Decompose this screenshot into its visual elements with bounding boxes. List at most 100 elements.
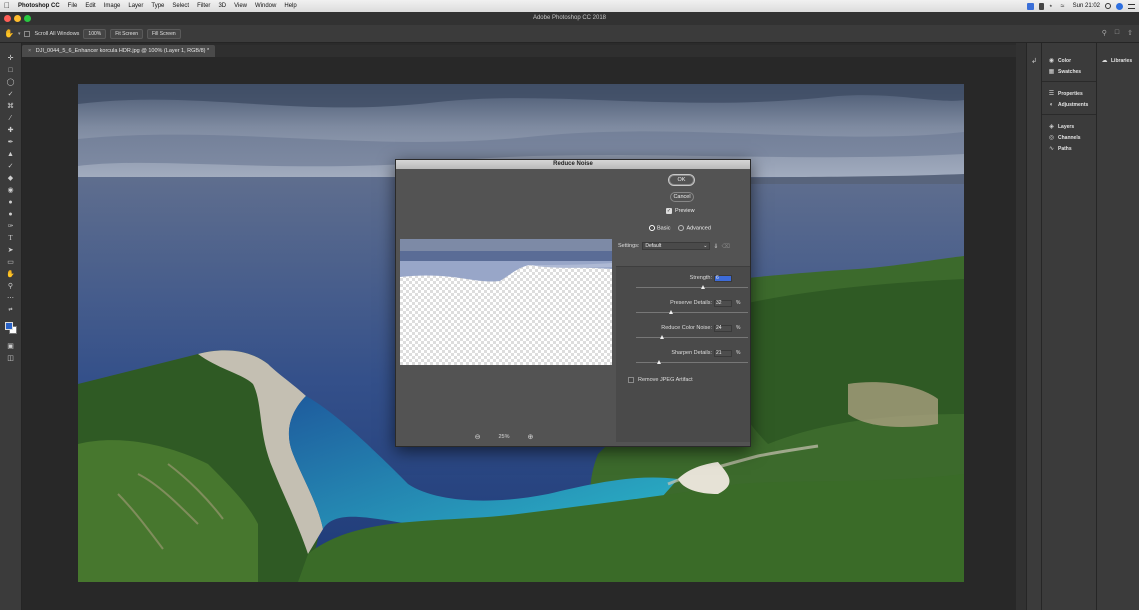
menu-app-name[interactable]: Photoshop CC (14, 0, 64, 12)
hand-tool-icon[interactable]: ✋ (4, 29, 14, 38)
strength-slider-track[interactable] (636, 287, 748, 288)
wifi-icon[interactable]: ≈ (1061, 3, 1068, 10)
blur-tool-icon[interactable]: ● (6, 199, 16, 206)
eyedropper-tool-icon[interactable]: ⁄ (6, 115, 16, 122)
preview-checkbox[interactable]: ✓ (666, 208, 672, 214)
menu-edit[interactable]: Edit (81, 0, 99, 12)
filter-preview[interactable] (400, 239, 612, 365)
gradient-tool-icon[interactable]: ◉ (6, 187, 16, 194)
menu-window[interactable]: Window (251, 0, 280, 12)
preserve-details-input[interactable]: 32 (714, 300, 732, 307)
hand-tool-icon[interactable]: ✋ (6, 271, 16, 278)
crop-tool-icon[interactable]: ⌘ (6, 103, 16, 110)
zoom-in-icon[interactable]: ⊕ (528, 433, 534, 441)
panel-libraries[interactable]: ☁ Libraries (1097, 55, 1139, 66)
marquee-tool-icon[interactable]: □ (6, 67, 16, 74)
healing-brush-tool-icon[interactable]: ✚ (6, 127, 16, 134)
settings-select[interactable]: Default ⌄ (642, 242, 711, 250)
close-window-icon[interactable] (4, 15, 11, 22)
remove-jpeg-artifact-row[interactable]: Remove JPEG Artifact (628, 377, 693, 383)
reduce-color-noise-slider-track[interactable] (636, 337, 748, 338)
apple-icon[interactable]:  (0, 0, 14, 12)
mode-advanced-radio[interactable]: Advanced (678, 225, 711, 231)
preview-checkbox-row[interactable]: ✓ Preview (666, 208, 695, 214)
screen-share-icon[interactable] (1026, 2, 1034, 10)
panel-layers[interactable]: ◈ Layers (1042, 121, 1096, 132)
clock[interactable]: Sun 21:02 (1073, 3, 1100, 9)
history-brush-tool-icon[interactable]: ✓ (6, 163, 16, 170)
remove-jpeg-artifact-checkbox[interactable] (628, 377, 634, 383)
minimize-window-icon[interactable] (14, 15, 21, 22)
panel-channels[interactable]: ◎ Channels (1042, 132, 1096, 143)
dialog-title[interactable]: Reduce Noise (396, 160, 750, 169)
fill-screen-button[interactable]: Fill Screen (147, 28, 181, 39)
strength-input[interactable]: 6 (714, 275, 732, 282)
history-icon[interactable]: ↲ (1027, 57, 1041, 65)
panel-collapse-strip[interactable] (1016, 43, 1026, 610)
screen-mode-icon[interactable]: ◫ (6, 355, 16, 362)
menu-help[interactable]: Help (280, 0, 300, 12)
menu-image[interactable]: Image (100, 0, 125, 12)
scroll-all-windows-checkbox[interactable] (24, 30, 31, 37)
menu-select[interactable]: Select (168, 0, 193, 12)
more-tools-icon[interactable]: ⋯ (6, 295, 16, 302)
color-swatches[interactable] (4, 322, 17, 334)
workspace-icon[interactable]: □ (1115, 29, 1119, 37)
reduce-color-noise-input[interactable]: 24 (714, 325, 732, 332)
bluetooth-icon[interactable]: ⋆ (1049, 3, 1056, 10)
panel-color[interactable]: ◉ Color (1042, 55, 1096, 66)
lasso-tool-icon[interactable]: ◯ (6, 79, 16, 86)
tool-preset-chevron-icon[interactable]: ▾ (18, 31, 21, 37)
search-icon[interactable] (1105, 3, 1111, 9)
preserve-details-slider-thumb[interactable] (669, 310, 674, 314)
dropbox-icon[interactable] (1038, 2, 1044, 10)
sharpen-details-slider-thumb[interactable] (657, 360, 662, 364)
quick-select-tool-icon[interactable]: ✓ (6, 91, 16, 98)
close-tab-icon[interactable]: × (28, 48, 31, 54)
foreground-color-swatch[interactable] (4, 322, 13, 330)
notification-center-icon[interactable] (1128, 3, 1135, 9)
dodge-tool-icon[interactable]: ● (6, 211, 16, 218)
siri-icon[interactable] (1116, 2, 1123, 10)
preview-zoom-value: 25% (498, 434, 510, 440)
panel-swatches[interactable]: ▦ Swatches (1042, 66, 1096, 77)
quick-mask-icon[interactable]: ▣ (6, 343, 16, 350)
zoom-window-icon[interactable] (24, 15, 31, 22)
rectangle-tool-icon[interactable]: ▭ (6, 259, 16, 266)
pen-tool-icon[interactable]: ✑ (6, 223, 16, 230)
sharpen-details-slider-track[interactable] (636, 362, 748, 363)
menu-type[interactable]: Type (147, 0, 168, 12)
panel-properties[interactable]: ☰ Properties (1042, 88, 1096, 99)
reduce-color-noise-slider-thumb[interactable] (660, 335, 665, 339)
ok-button[interactable]: OK (668, 174, 695, 186)
path-select-tool-icon[interactable]: ➤ (6, 247, 16, 254)
menu-file[interactable]: File (64, 0, 82, 12)
zoom-out-icon[interactable]: ⊖ (475, 433, 481, 441)
preserve-details-slider-track[interactable] (636, 312, 748, 313)
move-tool-icon[interactable]: ✛ (6, 55, 16, 62)
clone-stamp-tool-icon[interactable]: ▲ (6, 151, 16, 158)
panel-adjustments[interactable]: ◐ Adjustments (1042, 99, 1096, 110)
cancel-button[interactable]: Cancel (670, 192, 694, 202)
menu-view[interactable]: View (230, 0, 251, 12)
delete-settings-icon[interactable]: ⌫ (721, 243, 729, 250)
save-settings-icon[interactable]: ⇓ (713, 243, 718, 250)
sharpen-details-input[interactable]: 21 (714, 350, 732, 357)
swap-colors-icon[interactable]: ⇄ (6, 307, 16, 314)
panel-paths[interactable]: ∿ Paths (1042, 143, 1096, 154)
eraser-tool-icon[interactable]: ◆ (6, 175, 16, 182)
strength-slider-thumb[interactable] (700, 285, 705, 289)
brush-tool-icon[interactable]: ✒ (6, 139, 16, 146)
menu-layer[interactable]: Layer (124, 0, 147, 12)
document-tab[interactable]: × DJI_0044_5_6_Enhancer korcula HDR.jpg … (22, 45, 216, 57)
menu-filter[interactable]: Filter (193, 0, 214, 12)
zoom-100-button[interactable]: 100% (83, 28, 107, 39)
fit-screen-button[interactable]: Fit Screen (110, 28, 144, 39)
mode-basic-radio[interactable]: Basic (649, 225, 670, 231)
zoom-tool-icon[interactable]: ⚲ (6, 283, 16, 290)
remove-jpeg-artifact-label: Remove JPEG Artifact (638, 377, 693, 383)
menu-3d[interactable]: 3D (214, 0, 230, 12)
share-icon[interactable]: ⇧ (1127, 29, 1133, 37)
search-icon[interactable]: ⚲ (1102, 29, 1107, 37)
type-tool-icon[interactable]: T (6, 235, 16, 242)
